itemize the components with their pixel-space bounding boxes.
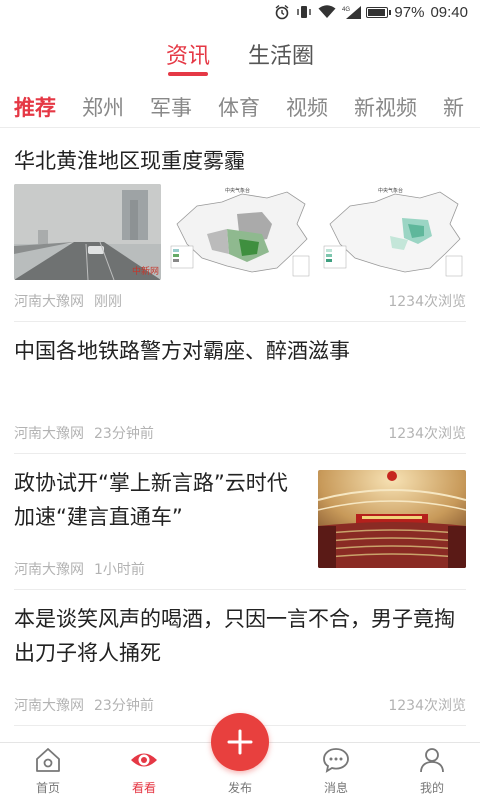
category-military[interactable]: 军事 bbox=[136, 88, 204, 127]
alarm-icon bbox=[274, 4, 290, 20]
publish-button[interactable] bbox=[211, 713, 269, 771]
nav-publish[interactable]: 发布 bbox=[192, 713, 288, 800]
news-title: 中国各地铁路警方对霸座、醉酒滋事 bbox=[14, 339, 350, 363]
battery-percent: 97% bbox=[394, 3, 425, 21]
news-time: 1小时前 bbox=[94, 562, 145, 578]
news-views: 1234次浏览 bbox=[388, 294, 466, 310]
thumbnail-smog-road: 中新网 bbox=[14, 184, 161, 280]
news-meta: 河南大豫网 刚刚 1234次浏览 bbox=[14, 291, 466, 311]
nav-watch-label: 看看 bbox=[131, 781, 156, 795]
svg-text:中央气象台: 中央气象台 bbox=[225, 187, 250, 194]
news-item[interactable]: 中国各地铁路警方对霸座、醉酒滋事 河南大豫网 23分钟前 1234次浏览 bbox=[14, 322, 466, 454]
clock: 09:40 bbox=[430, 3, 468, 21]
user-icon bbox=[416, 744, 448, 776]
nav-profile-label: 我的 bbox=[419, 781, 444, 795]
svg-text:中新网: 中新网 bbox=[132, 265, 159, 277]
news-title: 政协试开“掌上新言路”云时代加速“建言直通车” bbox=[14, 471, 288, 529]
category-strip[interactable]: 推荐 郑州 军事 体育 视频 新视频 新 bbox=[0, 88, 480, 128]
battery-icon bbox=[366, 6, 392, 18]
home-icon bbox=[32, 744, 64, 776]
nav-home[interactable]: 首页 bbox=[0, 743, 96, 800]
top-tab-bar: 资讯 生活圈 bbox=[0, 34, 480, 80]
news-title: 本是谈笑风声的喝酒，只因一言不合，男子竟掏出刀子将人捅死 bbox=[14, 607, 455, 665]
tab-news[interactable]: 资讯 bbox=[166, 34, 210, 80]
tab-life-circle[interactable]: 生活圈 bbox=[248, 34, 314, 80]
news-feed[interactable]: 华北黄淮地区现重度雾霾 中新网 中央气象台 中央气象台 河南大豫网 刚刚 123… bbox=[0, 136, 480, 726]
news-title: 华北黄淮地区现重度雾霾 bbox=[14, 149, 245, 173]
news-item[interactable]: 华北黄淮地区现重度雾霾 中新网 中央气象台 中央气象台 河南大豫网 刚刚 123… bbox=[14, 136, 467, 322]
thumbnail-weather-map-1: 中央气象台 bbox=[167, 184, 314, 280]
news-time: 刚刚 bbox=[94, 294, 122, 310]
news-source: 河南大豫网 bbox=[14, 294, 84, 310]
news-views: 1234次浏览 bbox=[388, 426, 466, 442]
news-time: 23分钟前 bbox=[94, 698, 154, 714]
nav-messages[interactable]: 消息 bbox=[288, 743, 384, 800]
wifi-icon bbox=[318, 5, 336, 19]
category-zhengzhou[interactable]: 郑州 bbox=[68, 88, 136, 127]
news-views: 1234次浏览 bbox=[388, 698, 466, 714]
thumbnail-weather-map-2: 中央气象台 bbox=[320, 184, 467, 280]
thumbnail-assembly-hall bbox=[318, 470, 466, 568]
news-source: 河南大豫网 bbox=[14, 698, 84, 714]
nav-profile[interactable]: 我的 bbox=[384, 743, 480, 800]
nav-publish-label: 发布 bbox=[227, 781, 252, 795]
category-new[interactable]: 新 bbox=[429, 88, 476, 127]
category-video[interactable]: 视频 bbox=[272, 88, 340, 127]
nav-home-label: 首页 bbox=[35, 781, 60, 795]
bottom-nav: 首页 看看 发布 消息 我的 bbox=[0, 713, 480, 800]
news-source: 河南大豫网 bbox=[14, 426, 84, 442]
svg-text:4G: 4G bbox=[342, 7, 350, 13]
news-meta: 河南大豫网 23分钟前 1234次浏览 bbox=[14, 695, 466, 715]
category-new-video[interactable]: 新视频 bbox=[340, 88, 429, 127]
news-meta: 河南大豫网 23分钟前 1234次浏览 bbox=[14, 423, 466, 443]
plus-icon bbox=[227, 729, 253, 755]
vibrate-icon bbox=[296, 4, 312, 20]
eye-icon bbox=[128, 744, 160, 776]
message-icon bbox=[320, 744, 352, 776]
news-item[interactable]: 本是谈笑风声的喝酒，只因一言不合，男子竟掏出刀子将人捅死 河南大豫网 23分钟前 … bbox=[14, 590, 466, 726]
nav-watch[interactable]: 看看 bbox=[96, 743, 192, 800]
signal-icon: 4G bbox=[342, 5, 362, 19]
thumbnail-row: 中新网 中央气象台 中央气象台 bbox=[14, 184, 467, 280]
status-bar: 4G 97% 09:40 bbox=[0, 0, 480, 24]
nav-messages-label: 消息 bbox=[323, 781, 348, 795]
category-recommend[interactable]: 推荐 bbox=[0, 88, 68, 127]
news-source: 河南大豫网 bbox=[14, 562, 84, 578]
news-time: 23分钟前 bbox=[94, 426, 154, 442]
category-sports[interactable]: 体育 bbox=[204, 88, 272, 127]
svg-text:中央气象台: 中央气象台 bbox=[378, 187, 403, 194]
news-meta: 河南大豫网 1小时前 bbox=[14, 559, 304, 579]
news-item[interactable]: 政协试开“掌上新言路”云时代加速“建言直通车” 河南大豫网 1小时前 bbox=[14, 454, 466, 590]
